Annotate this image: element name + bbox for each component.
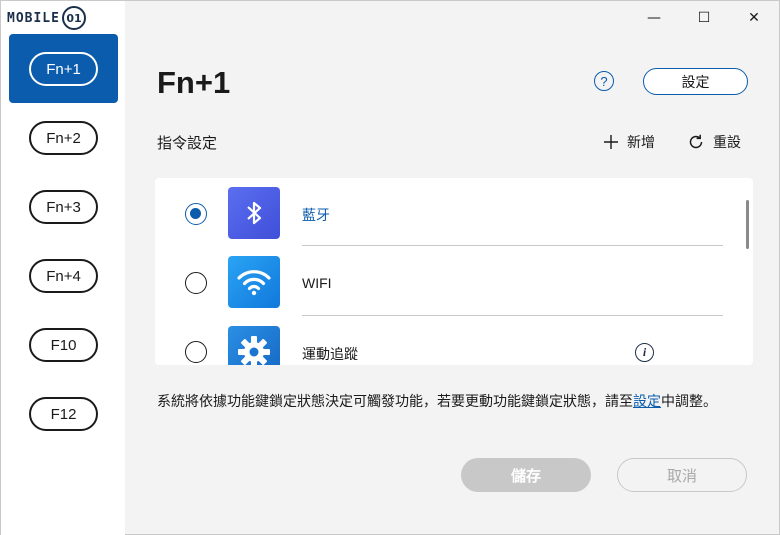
close-button[interactable]: ✕ <box>731 5 777 31</box>
note-text-after: 中調整。 <box>661 394 717 410</box>
minimize-icon: — <box>647 10 661 26</box>
logo-text: MOBILE <box>7 10 60 26</box>
radio-wifi[interactable] <box>185 272 207 294</box>
radio-bluetooth[interactable] <box>185 203 207 225</box>
divider <box>302 315 723 316</box>
radio-motion-tracking[interactable] <box>185 341 207 363</box>
maximize-button[interactable]: ☐ <box>681 5 727 31</box>
plus-icon <box>604 135 618 149</box>
list-item-label: 運動追蹤 <box>302 346 358 362</box>
add-label: 新增 <box>627 135 655 151</box>
logo-badge: 01 <box>61 6 86 30</box>
page-title: Fn+1 <box>157 65 231 100</box>
app-logo: MOBILE 01 <box>7 5 147 31</box>
add-button[interactable]: 新增 <box>603 131 655 153</box>
save-button[interactable]: 儲存 <box>461 458 591 492</box>
gear-icon <box>228 326 280 365</box>
sidebar-item-f12[interactable]: F12 <box>29 397 98 431</box>
reset-button[interactable]: 重設 <box>687 131 741 153</box>
sidebar-item-fn3[interactable]: Fn+3 <box>29 190 98 224</box>
settings-button[interactable]: 設定 <box>643 68 748 95</box>
section-title: 指令設定 <box>157 134 218 152</box>
sidebar-item-fn4[interactable]: Fn+4 <box>29 259 98 293</box>
help-icon[interactable]: ? <box>594 71 614 91</box>
list-item-motion-tracking[interactable]: 運動追蹤 i <box>155 318 753 365</box>
note-text-before: 系統將依據功能鍵鎖定狀態決定可觸發功能，若要更動功能鍵鎖定狀態，請至 <box>157 394 633 410</box>
cancel-button[interactable]: 取消 <box>617 458 747 492</box>
sidebar: MOBILE 01 Fn+1 Fn+2 Fn+3 Fn+4 F10 F12 <box>1 1 125 535</box>
minimize-button[interactable]: — <box>631 5 677 31</box>
sidebar-item-fn2[interactable]: Fn+2 <box>29 121 98 155</box>
command-list: 藍牙 WIFI 運動追蹤 i <box>155 178 753 365</box>
settings-link[interactable]: 設定 <box>633 394 661 410</box>
reset-label: 重設 <box>713 135 741 151</box>
bluetooth-icon <box>228 187 280 239</box>
wifi-icon <box>228 256 280 308</box>
sidebar-item-fn1[interactable]: Fn+1 <box>29 52 98 86</box>
maximize-icon: ☐ <box>697 10 711 26</box>
info-icon[interactable]: i <box>635 343 654 362</box>
list-item-label: 藍牙 <box>302 207 330 223</box>
sidebar-item-f10[interactable]: F10 <box>29 328 98 362</box>
list-item-bluetooth[interactable]: 藍牙 <box>155 178 753 248</box>
close-icon: ✕ <box>748 10 760 26</box>
app-window: MOBILE 01 Fn+1 Fn+2 Fn+3 Fn+4 F10 F12 — … <box>0 0 780 535</box>
refresh-icon <box>689 134 703 149</box>
divider <box>302 245 723 246</box>
list-item-label: WIFI <box>302 275 332 291</box>
list-scrollbar[interactable] <box>746 200 749 249</box>
list-item-wifi[interactable]: WIFI <box>155 248 753 318</box>
lock-state-note: 系統將依據功能鍵鎖定狀態決定可觸發功能，若要更動功能鍵鎖定狀態，請至設定中調整。 <box>157 392 747 412</box>
